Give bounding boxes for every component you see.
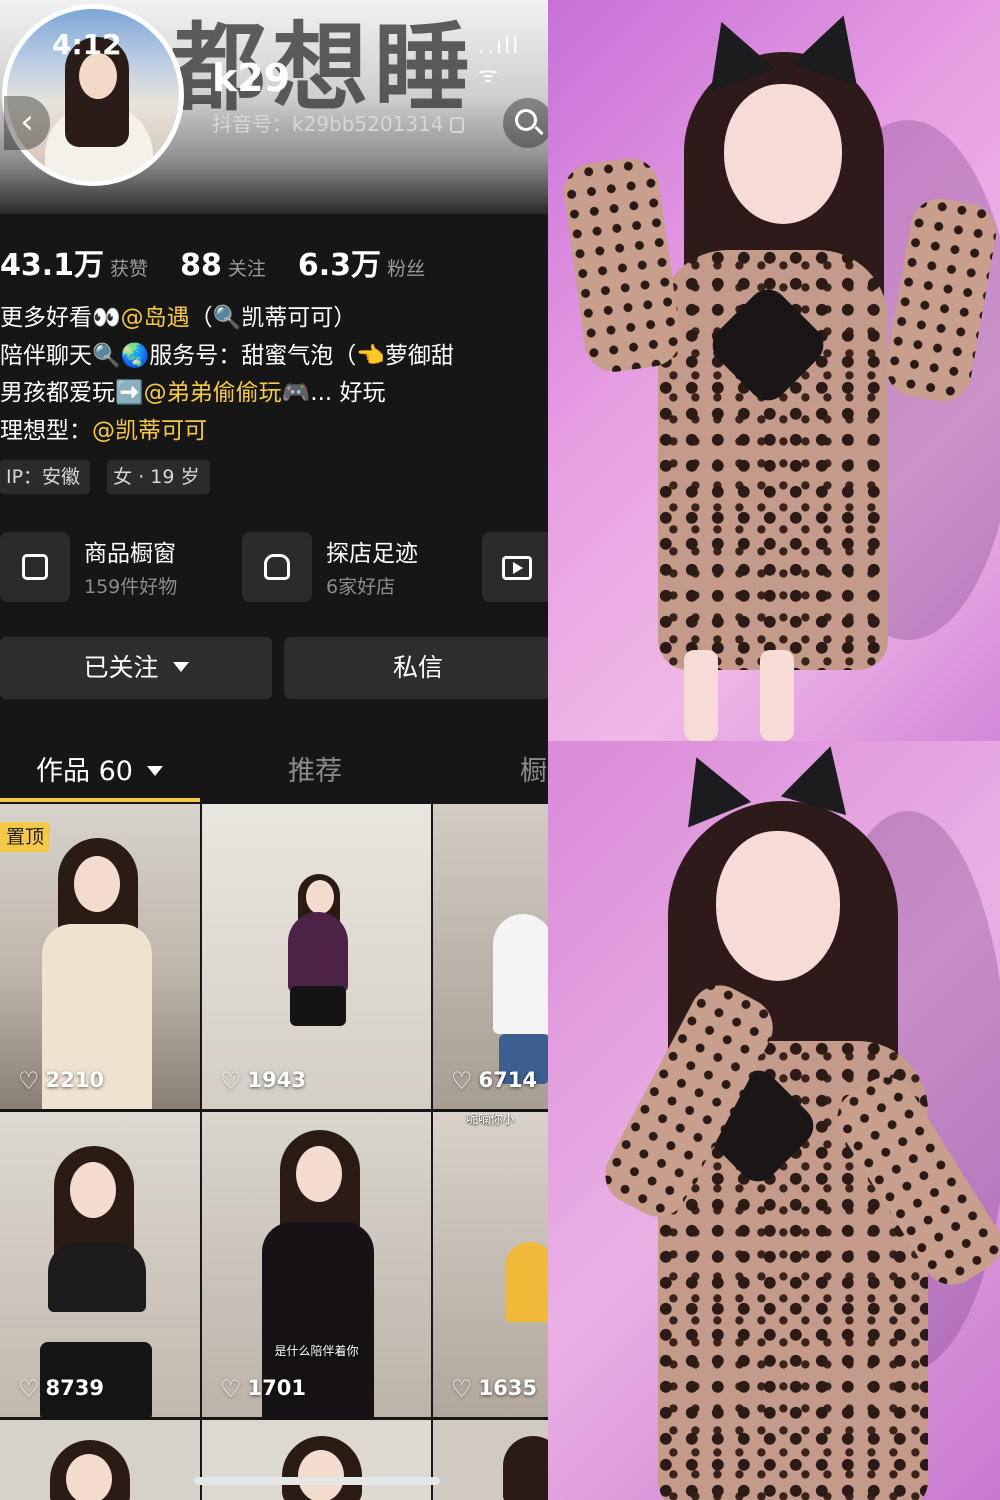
profile-stats: 43.1万 获赞 88 关注 6.3万 粉丝 <box>0 240 451 284</box>
pinned-badge: 置顶 <box>0 822 51 852</box>
message-button[interactable]: 私信 <box>284 637 548 699</box>
caret-down-icon <box>172 662 189 672</box>
video-likes: ♡ 8739 <box>18 1375 104 1403</box>
bio-mention-link[interactable]: @岛遇 <box>121 305 190 331</box>
active-tab-indicator <box>0 798 200 802</box>
video-tile[interactable] <box>433 1420 548 1500</box>
tab-shop[interactable]: 橱 <box>520 749 547 788</box>
stat-followers[interactable]: 6.3万 粉丝 <box>298 240 425 284</box>
heart-icon: ♡ <box>18 1375 40 1403</box>
bio-line-4: 理想型：@凯蒂可可 <box>0 417 207 444</box>
douyin-profile-screen: 都想睡 4:12 ..ıll ᯤ ‹ k29 抖音号：k29bb5201314 … <box>0 0 548 1500</box>
video-tile[interactable]: ♡ 8739 <box>0 1112 200 1417</box>
bio-line-3: 男孩都爱玩➡️@弟弟偷偷玩🎮... 好玩 <box>0 380 386 406</box>
shopping-bag-icon <box>0 532 70 602</box>
video-likes: ♡ 1943 <box>220 1067 306 1095</box>
heart-icon: ♡ <box>220 1375 242 1403</box>
following-label: 已关注 <box>83 653 159 682</box>
video-likes: ♡ 6714 <box>451 1067 537 1095</box>
profile-bio: 更多好看👀@岛遇（🔍凯蒂可可） 陪伴聊天🔍🌏服务号：甜蜜气泡（👈萝御甜 男孩都爱… <box>0 300 548 450</box>
video-subtitle: 是什么陪伴着你 <box>274 1344 359 1358</box>
home-indicator[interactable] <box>194 1477 440 1485</box>
stat-following-value: 88 <box>180 248 222 283</box>
video-tile[interactable] <box>0 1420 200 1500</box>
stat-likes-value: 43.1万 <box>0 248 105 283</box>
video-tile[interactable]: ♡ 6714 <box>433 804 548 1109</box>
video-tile[interactable]: 置顶 ♡ 2210 <box>0 804 200 1109</box>
heart-icon: ♡ <box>18 1067 40 1095</box>
tab-works[interactable]: 作品 60 <box>36 749 163 788</box>
stat-followers-value: 6.3万 <box>297 248 382 283</box>
video-subtitle: 呢喃你小 <box>466 1112 515 1126</box>
bio-line-2: 陪伴聊天🔍🌏服务号：甜蜜气泡（👈萝御甜 <box>0 342 454 369</box>
feature-store-title: 探店足迹 <box>326 541 418 567</box>
store-icon <box>242 532 312 602</box>
video-likes: ♡ 2210 <box>18 1067 104 1095</box>
bio-line-1: 更多好看👀@岛遇（🔍凯蒂可可） <box>0 305 357 331</box>
feature-shop-title: 商品橱窗 <box>84 541 176 567</box>
tab-works-label: 作品 60 <box>36 756 133 787</box>
photo-top <box>548 0 1000 741</box>
caret-down-icon <box>146 766 163 776</box>
gender-age-tag: 女 · 19 岁 <box>107 460 210 494</box>
status-signal-icons: ..ıll ᯤ <box>478 34 521 88</box>
stat-likes-label: 获赞 <box>110 258 149 280</box>
feature-live[interactable] <box>482 532 548 602</box>
search-button[interactable] <box>503 98 548 148</box>
profile-tags: IP：安徽 女 · 19 岁 <box>0 460 222 494</box>
video-tile[interactable] <box>202 1420 431 1500</box>
status-time: 4:12 <box>52 28 122 61</box>
stat-following[interactable]: 88 关注 <box>180 248 266 283</box>
heart-icon: ♡ <box>451 1067 473 1095</box>
bio-mention-link[interactable]: @弟弟偷偷玩 <box>144 380 282 406</box>
stat-following-label: 关注 <box>227 258 266 280</box>
feature-shop-window[interactable]: 商品橱窗 159件好物 <box>0 532 230 602</box>
video-tile[interactable]: 是什么陪伴着你 ♡ 1701 <box>202 1112 431 1417</box>
copy-icon[interactable] <box>449 117 464 133</box>
ip-location-tag: IP：安徽 <box>0 460 91 494</box>
feature-store-sub: 6家好店 <box>326 576 396 598</box>
stat-likes[interactable]: 43.1万 获赞 <box>0 240 148 284</box>
video-likes: ♡ 1635 <box>451 1375 537 1403</box>
stat-followers-label: 粉丝 <box>387 258 426 280</box>
heart-icon: ♡ <box>220 1067 242 1095</box>
video-tile[interactable]: ♡ 1943 <box>202 804 431 1109</box>
feature-shop-sub: 159件好物 <box>84 576 178 598</box>
following-button[interactable]: 已关注 <box>0 637 272 699</box>
tab-recommend[interactable]: 推荐 <box>288 749 342 788</box>
heart-icon: ♡ <box>451 1375 473 1403</box>
chevron-left-icon: ‹ <box>20 102 34 142</box>
bio-mention-link[interactable]: @凯蒂可可 <box>92 418 207 444</box>
douyin-id-text: 抖音号：k29bb5201314 <box>212 112 444 136</box>
video-tile[interactable]: 呢喃你小 ♡ 1635 <box>433 1112 548 1417</box>
feature-store-visits[interactable]: 探店足迹 6家好店 <box>242 532 472 602</box>
content-tabs: 作品 60 推荐 橱 <box>0 735 548 803</box>
douyin-id: 抖音号：k29bb5201314 <box>212 108 464 137</box>
profile-nickname: k29 <box>212 56 291 100</box>
video-likes: ♡ 1701 <box>220 1375 306 1403</box>
photo-bottom <box>548 741 1000 1500</box>
